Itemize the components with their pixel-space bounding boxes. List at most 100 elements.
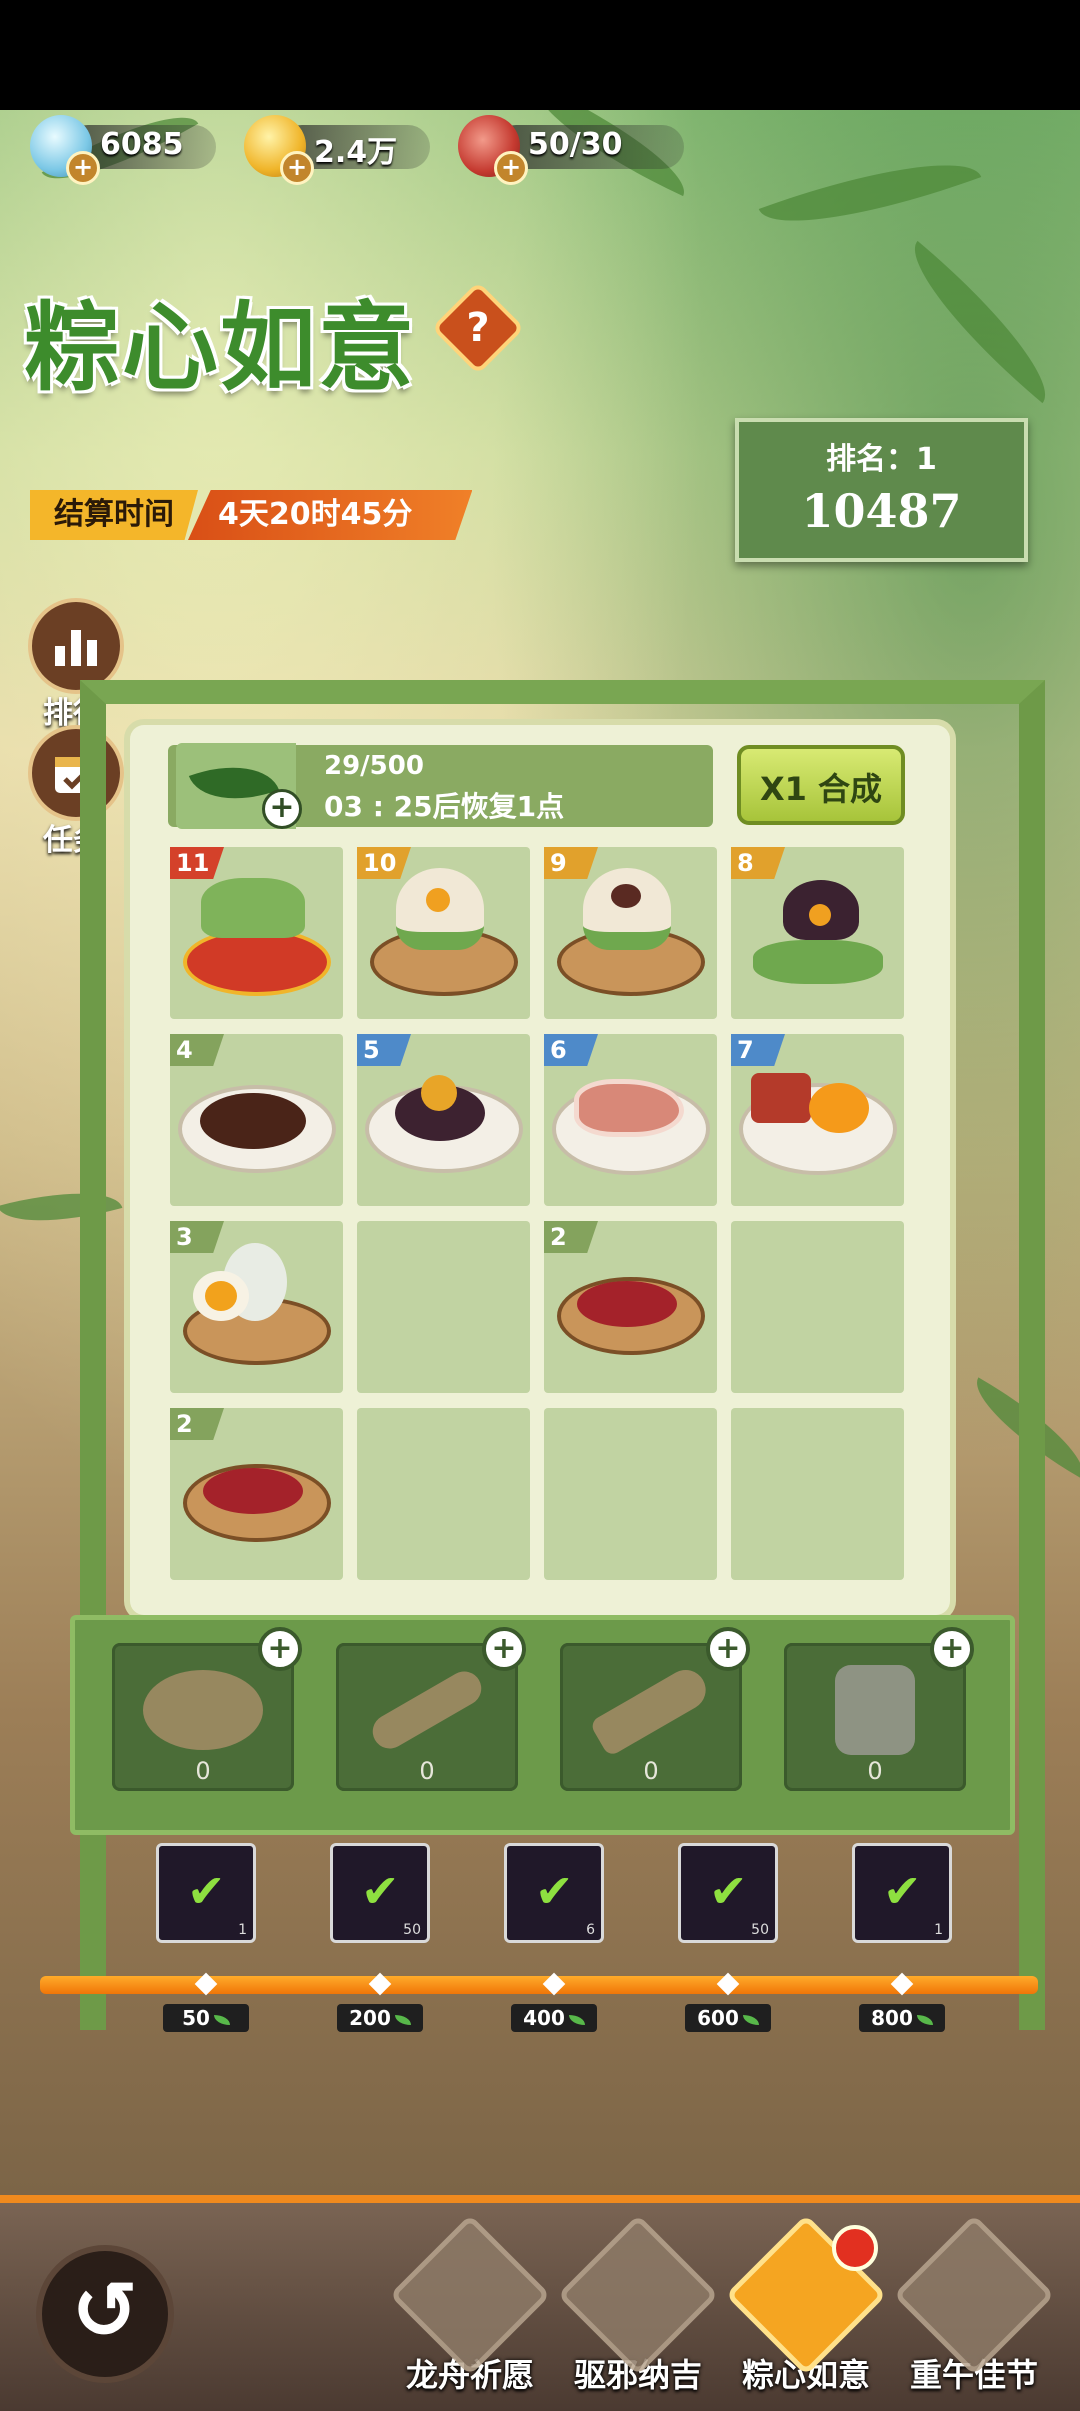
- grid-cell[interactable]: 7: [731, 1034, 904, 1206]
- level-badge: 10: [357, 847, 411, 879]
- reward-item[interactable]: ✔ 1: [156, 1843, 256, 1943]
- milestone-value: 800: [871, 2006, 913, 2030]
- add-diamond-icon[interactable]: +: [66, 151, 100, 185]
- grid-cell[interactable]: 8: [731, 847, 904, 1019]
- settle-time: 4天20时45分: [188, 490, 473, 540]
- reward-qty: 50: [403, 1922, 421, 1938]
- rank-label: 排名：1: [826, 442, 937, 477]
- reward-item[interactable]: ✔ 50: [678, 1843, 778, 1943]
- level-badge: 3: [170, 1221, 224, 1253]
- grid-cell[interactable]: 11: [170, 847, 343, 1019]
- pork-slice-icon: [551, 1078, 710, 1175]
- tool-count: 0: [195, 1757, 211, 1785]
- leaf-icon: [916, 2014, 933, 2025]
- reward-item[interactable]: ✔ 6: [504, 1843, 604, 1943]
- tool-slot-spatula[interactable]: + 0: [560, 1627, 750, 1791]
- synthesize-button[interactable]: X1 合成: [737, 745, 905, 825]
- leaf-energy-icon: +: [176, 743, 302, 829]
- grid-cell[interactable]: 2: [544, 1221, 717, 1393]
- spatula-icon: [589, 1662, 713, 1757]
- level-badge: 7: [731, 1034, 785, 1066]
- milestone-label: 50: [163, 2004, 249, 2032]
- nav-dragon-boat-wish[interactable]: 龙舟祈愿: [389, 2214, 551, 2396]
- level-badge: 8: [731, 847, 785, 879]
- check-icon: ✔: [187, 1864, 226, 1918]
- rank-panel: 排名：1 10487: [735, 418, 1028, 562]
- reward-qty: 1: [238, 1922, 247, 1938]
- energy-panel: + 29/500 03 : 25后恢复1点: [168, 743, 713, 829]
- salted-egg-icon: [182, 1242, 331, 1365]
- reward-item[interactable]: ✔ 1: [852, 1843, 952, 1943]
- reward-qty: 50: [751, 1922, 769, 1938]
- event-title: 粽心如意: [24, 291, 416, 404]
- rank-score: 10487: [801, 484, 962, 538]
- add-tool-icon[interactable]: +: [482, 1627, 526, 1671]
- add-energy-icon[interactable]: +: [262, 789, 302, 829]
- steamer-icon: [143, 1669, 263, 1750]
- milestone-label: 600: [685, 2004, 771, 2032]
- grid-cell[interactable]: 2: [170, 1408, 343, 1580]
- grid-cell[interactable]: 5: [357, 1034, 530, 1206]
- grid-cell-empty[interactable]: [357, 1408, 530, 1580]
- level-badge: 5: [357, 1034, 411, 1066]
- level-badge: 6: [544, 1034, 598, 1066]
- grid-cell-empty[interactable]: [731, 1408, 904, 1580]
- milestone-label: 200: [337, 2004, 423, 2032]
- ladle-icon: [366, 1664, 488, 1755]
- grid-cell-empty[interactable]: [731, 1221, 904, 1393]
- grid-cell[interactable]: 3: [170, 1221, 343, 1393]
- tool-slot-jar[interactable]: + 0: [784, 1627, 974, 1791]
- bamboo-leaf: [758, 133, 982, 253]
- tool-count: 0: [643, 1757, 659, 1785]
- diamond-value: 6085: [100, 127, 184, 162]
- resource-diamond[interactable]: + 6085: [30, 115, 260, 185]
- grid-cell-empty[interactable]: [357, 1221, 530, 1393]
- notification-dot: [832, 2225, 878, 2271]
- zongzi-bundle-icon: [182, 877, 331, 996]
- settle-label: 结算时间: [30, 490, 198, 540]
- grid-cell[interactable]: 6: [544, 1034, 717, 1206]
- milestone-value: 50: [182, 2006, 210, 2030]
- level-badge: 2: [170, 1408, 224, 1440]
- back-button[interactable]: ↺: [36, 2245, 174, 2383]
- question-icon: ?: [466, 305, 490, 351]
- check-icon: ✔: [535, 1864, 574, 1918]
- resource-stamina[interactable]: + 50/30: [458, 115, 688, 185]
- level-badge: 11: [170, 847, 224, 879]
- energy-recover: 03 : 25后恢复1点: [324, 790, 565, 823]
- tool-slot-steamer[interactable]: + 0: [112, 1627, 302, 1791]
- grid-cell-empty[interactable]: [544, 1408, 717, 1580]
- chestnut-dish-icon: [364, 1074, 523, 1173]
- gold-value: 2.4万: [314, 135, 398, 170]
- check-icon: ✔: [361, 1864, 400, 1918]
- nav-duanwu-festival[interactable]: 重午佳节: [893, 2214, 1055, 2396]
- reward-item[interactable]: ✔ 50: [330, 1843, 430, 1943]
- milestone-label: 400: [511, 2004, 597, 2032]
- grid-cell[interactable]: 4: [170, 1034, 343, 1206]
- add-tool-icon[interactable]: +: [930, 1627, 974, 1671]
- add-tool-icon[interactable]: +: [258, 1627, 302, 1671]
- milestone-value: 600: [697, 2006, 739, 2030]
- add-gold-icon[interactable]: +: [280, 151, 314, 185]
- leaf-icon: [742, 2014, 759, 2025]
- zongzi-bean-icon: [556, 867, 705, 996]
- grid-cell[interactable]: 9: [544, 847, 717, 1019]
- resource-gold[interactable]: + 2.4万: [244, 115, 474, 185]
- check-icon: ✔: [883, 1864, 922, 1918]
- milestone-value: 400: [523, 2006, 565, 2030]
- red-beans-icon: [182, 1463, 331, 1542]
- check-icon: ✔: [709, 1864, 748, 1918]
- level-badge: 4: [170, 1034, 224, 1066]
- red-beans-icon: [556, 1276, 705, 1355]
- leaf-icon: [394, 2014, 411, 2025]
- tool-slot-ladle[interactable]: + 0: [336, 1627, 526, 1791]
- grid-cell[interactable]: 10: [357, 847, 530, 1019]
- nav-ward-evil[interactable]: 驱邪纳吉: [557, 2214, 719, 2396]
- leaf-icon: [213, 2014, 230, 2025]
- stamina-value: 50/30: [528, 127, 623, 162]
- progress-track: [40, 1976, 1038, 1994]
- zongzi-black-rice-icon: [752, 879, 883, 984]
- zongzi-yolk-icon: [369, 867, 518, 996]
- add-tool-icon[interactable]: +: [706, 1627, 750, 1671]
- add-stamina-icon[interactable]: +: [494, 151, 528, 185]
